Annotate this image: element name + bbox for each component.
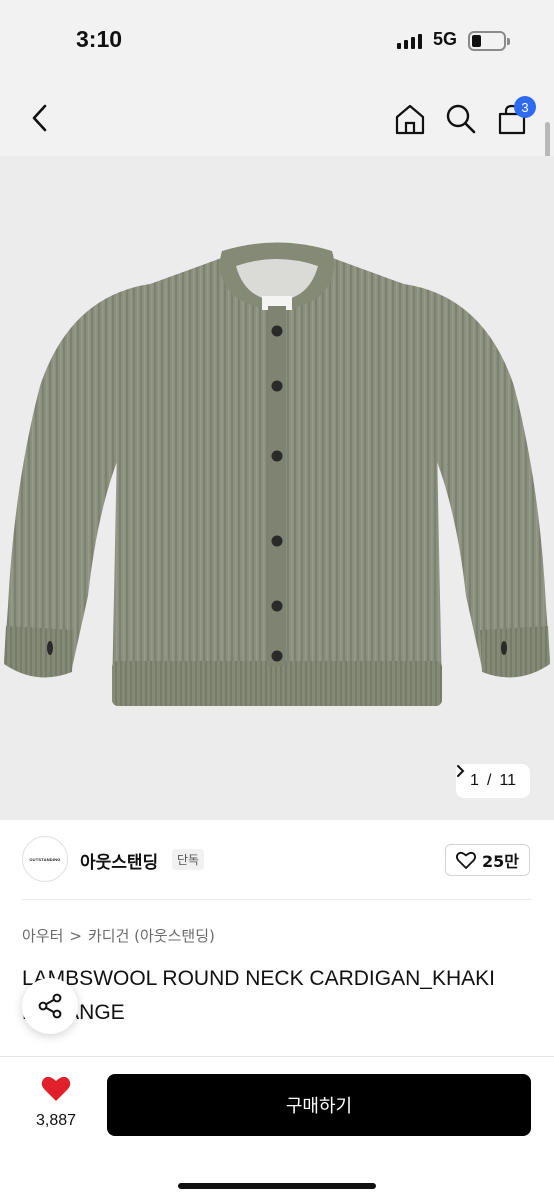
product-image-gallery[interactable]: 1 / 11 <box>0 156 554 820</box>
buy-button[interactable]: 구매하기 <box>107 1074 531 1136</box>
breadcrumb-subcategory[interactable]: 카디건 (아웃스탠딩) <box>88 925 215 946</box>
back-button[interactable] <box>22 100 58 136</box>
search-icon <box>446 104 476 134</box>
bottom-purchase-bar: 3,887 구매하기 <box>0 1056 554 1200</box>
home-icon <box>395 104 425 135</box>
share-button[interactable] <box>22 978 78 1034</box>
home-indicator[interactable] <box>178 1183 376 1189</box>
breadcrumb: 아우터 > 카디건 (아웃스탠딩) <box>22 925 215 946</box>
brand-like-count: 25만 <box>482 852 519 871</box>
exclusive-badge: 단독 <box>172 849 205 870</box>
home-button[interactable] <box>392 100 428 138</box>
cart-count-badge: 3 <box>514 96 536 118</box>
search-button[interactable] <box>443 100 479 138</box>
product-title: LAMBSWOOL ROUND NECK CARDIGAN_KHAKI MELA… <box>22 967 495 1024</box>
section-divider <box>22 899 532 900</box>
image-counter[interactable]: 1 / 11 <box>456 764 530 798</box>
brand-name[interactable]: 아웃스탠딩 <box>80 848 158 873</box>
wishlist-count: 3,887 <box>35 1112 77 1129</box>
heart-filled-icon <box>41 1076 71 1101</box>
network-label: 5G <box>433 29 458 49</box>
image-counter-separator: / <box>486 772 492 789</box>
brand-row: OUTSTANDING 아웃스탠딩 단독 25만 <box>0 836 554 884</box>
breadcrumb-separator: > <box>69 926 82 945</box>
chevron-right-icon <box>457 765 465 777</box>
status-bar: 3:10 5G <box>0 0 554 80</box>
image-counter-total: 11 <box>499 772 516 789</box>
heart-outline-icon <box>456 851 476 869</box>
wishlist-button[interactable]: 3,887 <box>26 1075 86 1130</box>
product-image <box>0 156 554 820</box>
brand-logo-text: OUTSTANDING <box>29 856 61 862</box>
share-icon <box>38 993 62 1019</box>
top-nav: 3 <box>0 80 554 156</box>
cart-button[interactable]: 3 <box>494 96 536 138</box>
signal-icon <box>397 33 422 49</box>
battery-icon <box>468 31 510 51</box>
image-counter-current: 1 <box>470 772 479 789</box>
brand-like-button[interactable]: 25만 <box>445 844 530 876</box>
status-time: 3:10 <box>76 26 123 52</box>
chevron-left-icon <box>32 104 47 132</box>
brand-logo[interactable]: OUTSTANDING <box>22 836 68 882</box>
breadcrumb-category[interactable]: 아우터 <box>22 925 63 946</box>
